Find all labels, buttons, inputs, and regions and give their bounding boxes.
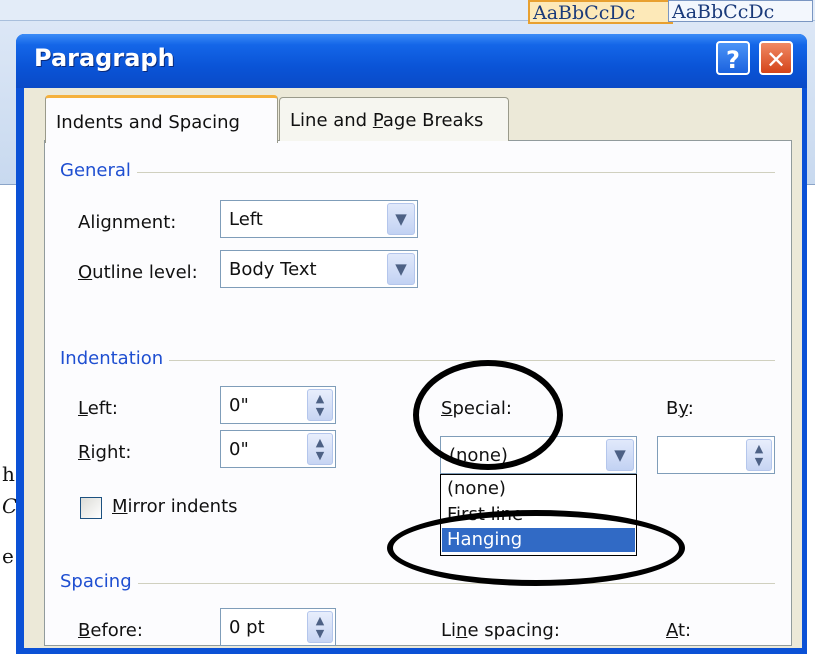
outline-level-label: Outline level: xyxy=(78,262,198,283)
group-label-spacing: Spacing xyxy=(60,571,138,592)
before-spinner[interactable]: 0 pt ▲ ▼ xyxy=(220,608,336,646)
annotation-oval-hanging xyxy=(387,510,685,586)
group-label-indentation: Indentation xyxy=(60,348,170,369)
left-indent-spinner[interactable]: 0" ▲ ▼ xyxy=(220,386,336,424)
left-indent-value: 0" xyxy=(229,395,249,416)
tab-label: Indents and Spacing xyxy=(56,112,240,133)
special-option-none[interactable]: (none) xyxy=(442,477,635,501)
right-indent-label: Right: xyxy=(78,442,132,463)
spin-updown-icon[interactable]: ▲ ▼ xyxy=(307,433,333,465)
quick-style-label: AaBbCcDc xyxy=(533,2,636,24)
spin-updown-icon[interactable]: ▲ ▼ xyxy=(307,611,333,643)
help-button[interactable]: ? xyxy=(716,41,750,75)
document-text: h xyxy=(2,462,15,486)
by-label: By: xyxy=(666,398,694,419)
dialog-title: Paragraph xyxy=(34,44,175,72)
tab-mnemonic: P xyxy=(372,110,383,131)
group-divider xyxy=(60,583,775,584)
group-label-general: General xyxy=(60,160,137,181)
tab-label: Line and xyxy=(290,110,373,131)
before-value: 0 pt xyxy=(229,617,265,638)
spin-updown-icon[interactable]: ▲ ▼ xyxy=(307,389,333,421)
by-spinner[interactable]: ▲ ▼ xyxy=(657,436,775,474)
quick-style-normal[interactable]: AaBbCcDc xyxy=(528,0,673,24)
annotation-oval-special xyxy=(413,360,563,470)
outline-level-combobox[interactable]: Body Text ▼ xyxy=(220,250,418,288)
tab-label: age Breaks xyxy=(382,110,484,131)
spin-updown-icon[interactable]: ▲ ▼ xyxy=(746,439,772,471)
chevron-down-icon[interactable]: ▼ xyxy=(387,253,415,285)
chevron-down-icon[interactable]: ▼ xyxy=(606,439,634,471)
alignment-combobox[interactable]: Left ▼ xyxy=(220,200,418,238)
help-icon: ? xyxy=(726,46,740,74)
at-label: At: xyxy=(666,620,692,641)
close-icon: ✕ xyxy=(765,46,787,74)
group-divider xyxy=(60,172,775,173)
mirror-indents-checkbox[interactable] xyxy=(80,497,102,519)
quick-style-label: AaBbCcDc xyxy=(672,1,775,22)
close-button[interactable]: ✕ xyxy=(759,41,793,75)
chevron-down-icon[interactable]: ▼ xyxy=(387,203,415,235)
right-indent-value: 0" xyxy=(229,439,249,460)
tab-line-page-breaks[interactable]: Line and Page Breaks xyxy=(279,97,509,141)
line-spacing-label: Line spacing: xyxy=(441,620,560,641)
alignment-label: Alignment: xyxy=(78,212,177,233)
right-indent-spinner[interactable]: 0" ▲ ▼ xyxy=(220,430,336,468)
tab-indents-spacing[interactable]: Indents and Spacing xyxy=(45,95,278,143)
before-label: Before: xyxy=(78,620,143,641)
document-text: e xyxy=(2,544,14,568)
quick-style-no-spacing[interactable]: AaBbCcDc xyxy=(668,0,813,22)
alignment-value: Left xyxy=(229,209,263,230)
left-indent-label: Left: xyxy=(78,398,118,419)
mirror-indents-label[interactable]: Mirror indents xyxy=(112,496,238,517)
outline-level-value: Body Text xyxy=(229,259,317,280)
